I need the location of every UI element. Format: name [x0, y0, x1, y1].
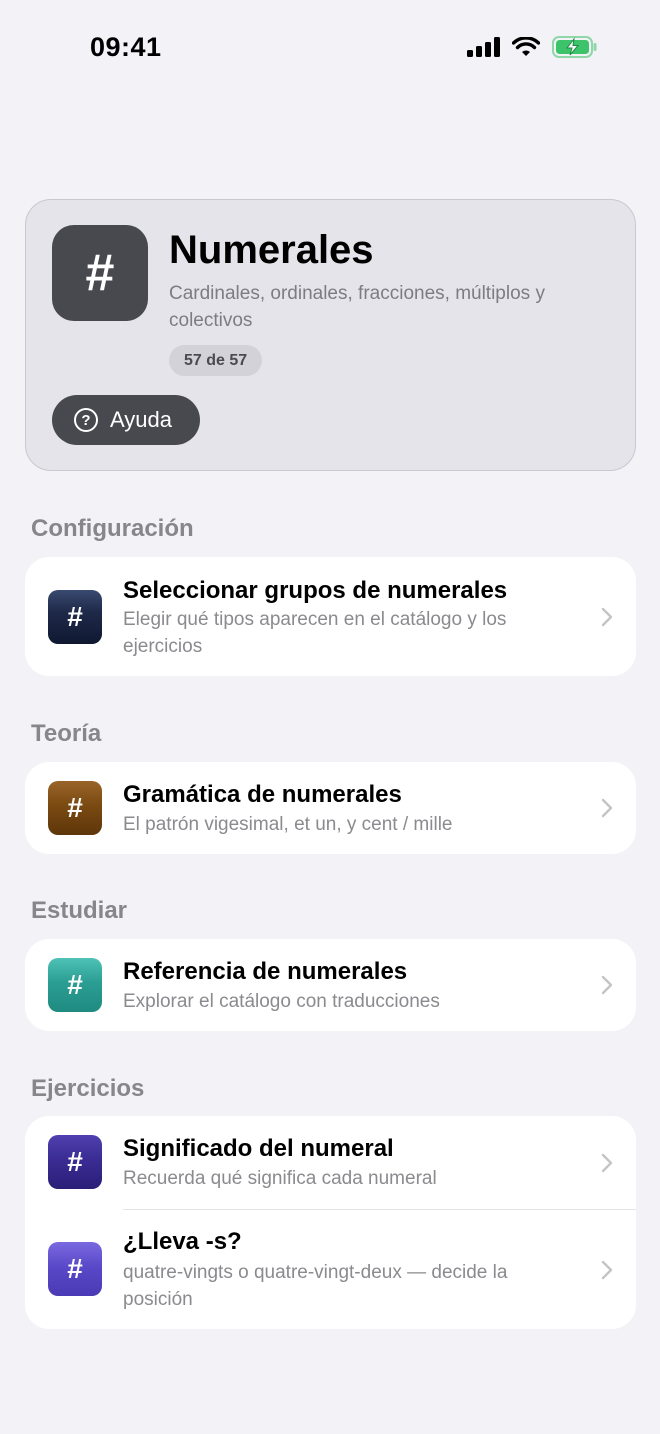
- chevron-right-icon: [601, 607, 613, 627]
- row-subtitle: Explorar el catálogo con traducciones: [123, 991, 440, 1012]
- card-estudiar: # Referencia de numerales Explorar el ca…: [25, 939, 636, 1031]
- row-subtitle: El patrón vigesimal, et un, y cent / mil…: [123, 814, 453, 835]
- list-item-significado[interactable]: # Significado del numeral Recuerda qué s…: [25, 1116, 636, 1209]
- row-title: Seleccionar grupos de numerales: [123, 577, 508, 604]
- chevron-right-icon: [601, 1260, 613, 1280]
- section-label-estudiar: Estudiar: [31, 897, 128, 924]
- battery-charging-icon: [552, 36, 597, 58]
- section-label-ejercicios: Ejercicios: [31, 1075, 145, 1102]
- card-ejercicios: # Significado del numeral Recuerda qué s…: [25, 1116, 636, 1329]
- hash-icon: #: [48, 958, 102, 1012]
- cellular-signal-icon: [467, 37, 500, 57]
- wifi-icon: [512, 36, 540, 56]
- row-title: Referencia de numerales: [123, 958, 408, 985]
- list-item-referencia[interactable]: # Referencia de numerales Explorar el ca…: [25, 939, 636, 1031]
- card-configuracion: # Seleccionar grupos de numerales Elegir…: [25, 557, 636, 676]
- section-label-configuracion: Configuración: [31, 515, 194, 542]
- status-time: 09:41: [90, 32, 162, 62]
- status-bar: 09:41: [0, 0, 660, 100]
- hash-icon: #: [48, 1135, 102, 1189]
- row-subtitle: Elegir qué tipos aparecen en el catálogo…: [123, 609, 507, 657]
- numerals-hash-icon: #: [52, 225, 148, 321]
- page-title: Numerales: [169, 228, 374, 272]
- row-subtitle: quatre-vingts o quatre-vingt-deux — deci…: [123, 1262, 508, 1310]
- hash-icon: #: [48, 781, 102, 835]
- list-item-lleva-s[interactable]: # ¿Lleva -s? quatre-vingts o quatre-ving…: [25, 1209, 636, 1329]
- hash-icon: #: [48, 590, 102, 644]
- list-item-gramatica[interactable]: # Gramática de numerales El patrón viges…: [25, 762, 636, 854]
- status-icons: [467, 36, 598, 58]
- help-button[interactable]: ? Ayuda: [52, 395, 200, 445]
- list-item-seleccionar-grupos[interactable]: # Seleccionar grupos de numerales Elegir…: [25, 557, 636, 676]
- question-circle-icon: ?: [74, 408, 98, 432]
- help-button-label: Ayuda: [110, 407, 172, 432]
- chevron-right-icon: [601, 975, 613, 995]
- hero-card: # Numerales Cardinales, ordinales, fracc…: [25, 199, 636, 471]
- row-title: Significado del numeral: [123, 1135, 394, 1162]
- page-subtitle: Cardinales, ordinales, fracciones, múlti…: [169, 283, 545, 331]
- row-title: ¿Lleva -s?: [123, 1228, 242, 1255]
- card-teoria: # Gramática de numerales El patrón viges…: [25, 762, 636, 854]
- chevron-right-icon: [601, 1153, 613, 1173]
- chevron-right-icon: [601, 798, 613, 818]
- progress-badge: 57 de 57: [169, 345, 263, 376]
- section-label-teoria: Teoría: [31, 720, 102, 747]
- hash-icon: #: [48, 1242, 102, 1296]
- row-title: Gramática de numerales: [123, 781, 402, 808]
- row-subtitle: Recuerda qué significa cada numeral: [123, 1168, 437, 1189]
